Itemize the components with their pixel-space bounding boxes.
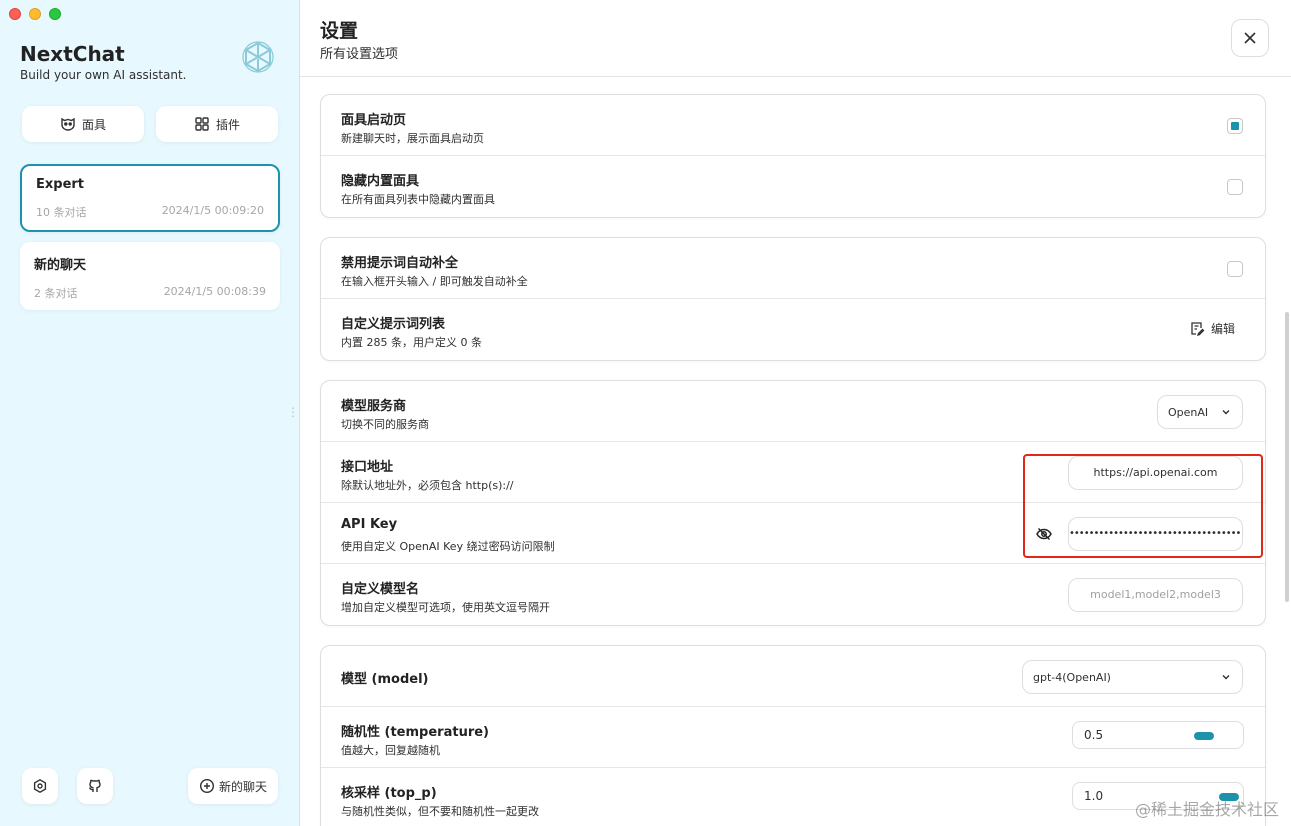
row-title: 模型服务商 [341, 399, 407, 414]
model-select[interactable]: gpt-4(OpenAI) [1022, 660, 1243, 694]
model-settings-group: 模型 (model) gpt-4(OpenAI) 随机性 (temperatur… [320, 645, 1266, 826]
provider-settings-group: 模型服务商 切换不同的服务商 OpenAI 接口地址 除默认地址外，必须包含 h… [320, 380, 1266, 626]
settings-row-hide-builtin-masks: 隐藏内置面具 在所有面具列表中隐藏内置面具 [321, 156, 1265, 217]
chatgpt-logo-icon [242, 41, 274, 73]
watermark: @稀土掘金技术社区 [1134, 800, 1279, 819]
chat-message-count: 2 条对话 [34, 287, 78, 300]
row-subtitle: 内置 285 条，用户定义 0 条 [341, 336, 482, 349]
api-key-input[interactable]: ••••••••••••••••••••••••••••••••••••••••… [1068, 517, 1243, 551]
edit-label: 编辑 [1210, 322, 1235, 336]
close-button[interactable] [1231, 19, 1269, 57]
new-chat-button[interactable]: 新的聊天 [188, 768, 278, 804]
chat-timestamp: 2024/1/5 00:08:39 [163, 285, 266, 298]
settings-header: 设置 所有设置选项 [300, 0, 1291, 77]
app-subtitle: Build your own AI assistant. [20, 68, 187, 82]
row-title: 自定义模型名 [341, 582, 420, 597]
chat-title: Expert [36, 177, 85, 192]
prompt-settings-group: 禁用提示词自动补全 在输入框开头输入 / 即可触发自动补全 自定义提示词列表 内… [320, 237, 1266, 361]
settings-row-top-p: 核采样 (top_p) 与随机性类似，但不要和随机性一起更改 1.0 [321, 768, 1265, 826]
provider-select-value: OpenAI [1168, 405, 1209, 419]
settings-row-mask-splash: 面具启动页 新建聊天时，展示面具启动页 [321, 95, 1265, 156]
row-subtitle: 除默认地址外，必须包含 http(s):// [341, 479, 514, 492]
row-subtitle: 与随机性类似，但不要和随机性一起更改 [341, 805, 539, 818]
chat-message-count: 10 条对话 [36, 206, 87, 219]
slider-thumb[interactable] [1193, 732, 1214, 740]
eye-off-icon[interactable] [1035, 525, 1053, 543]
mask-button-label: 面具 [81, 117, 106, 132]
row-subtitle: 切换不同的服务商 [341, 418, 429, 431]
temperature-slider[interactable]: 0.5 [1072, 721, 1244, 749]
provider-select[interactable]: OpenAI [1157, 395, 1243, 429]
sidebar: NextChat Build your own AI assistant. 面具… [0, 0, 309, 826]
row-subtitle: 新建聊天时，展示面具启动页 [341, 132, 484, 145]
window-close-button[interactable] [9, 8, 21, 20]
row-subtitle: 在所有面具列表中隐藏内置面具 [341, 193, 495, 206]
mask-settings-group: 面具启动页 新建聊天时，展示面具启动页 隐藏内置面具 在所有面具列表中隐藏内置面… [320, 94, 1266, 218]
top-p-value: 1.0 [1084, 789, 1104, 803]
custom-models-input[interactable]: model1,model2,model3 [1068, 578, 1243, 612]
row-title: 自定义提示词列表 [341, 317, 446, 332]
settings-row-provider: 模型服务商 切换不同的服务商 OpenAI [321, 381, 1265, 442]
row-subtitle: 在输入框开头输入 / 即可触发自动补全 [341, 275, 528, 288]
row-title: API Key [341, 517, 398, 532]
temperature-value: 0.5 [1084, 728, 1104, 742]
model-select-value: gpt-4(OpenAI) [1033, 670, 1111, 684]
plugin-button-label: 插件 [215, 117, 240, 132]
chat-title: 新的聊天 [34, 258, 87, 273]
hide-builtin-masks-checkbox[interactable] [1227, 179, 1243, 195]
github-icon [88, 779, 101, 792]
chat-list-item[interactable]: 新的聊天 2 条对话 2024/1/5 00:08:39 [20, 242, 280, 310]
chat-timestamp: 2024/1/5 00:09:20 [161, 204, 264, 217]
row-title: 面具启动页 [341, 113, 407, 128]
row-title: 接口地址 [341, 460, 394, 475]
add-icon [199, 778, 214, 794]
scrollbar[interactable] [1285, 312, 1289, 602]
row-subtitle: 增加自定义模型可选项，使用英文逗号隔开 [341, 601, 550, 614]
settings-row-api-key: API Key 使用自定义 OpenAI Key 绕过密码访问限制 ••••••… [321, 503, 1265, 564]
chevron-down-icon [1222, 410, 1230, 415]
page-subtitle: 所有设置选项 [320, 47, 399, 62]
mask-splash-checkbox[interactable] [1227, 118, 1243, 134]
row-subtitle: 值越大，回复越随机 [341, 744, 440, 757]
settings-row-endpoint: 接口地址 除默认地址外，必须包含 http(s):// https://api.… [321, 442, 1265, 503]
edit-prompts-button[interactable]: 编辑 [1190, 320, 1235, 337]
window-controls [9, 8, 61, 20]
window-maximize-button[interactable] [49, 8, 61, 20]
settings-row-custom-models: 自定义模型名 增加自定义模型可选项，使用英文逗号隔开 model1,model2… [321, 564, 1265, 625]
settings-row-custom-prompts: 自定义提示词列表 内置 285 条，用户定义 0 条 编辑 [321, 299, 1265, 360]
close-icon [1244, 32, 1256, 44]
settings-button[interactable] [22, 768, 58, 804]
endpoint-input[interactable]: https://api.openai.com [1068, 456, 1243, 490]
row-subtitle: 使用自定义 OpenAI Key 绕过密码访问限制 [341, 540, 555, 553]
row-title: 隐藏内置面具 [341, 174, 420, 189]
row-title: 随机性 (temperature) [341, 725, 489, 740]
disable-autocomplete-checkbox[interactable] [1227, 261, 1243, 277]
plugin-button[interactable]: 插件 [156, 106, 278, 142]
chevron-down-icon [1222, 675, 1230, 680]
row-title: 禁用提示词自动补全 [341, 256, 459, 271]
row-title: 核采样 (top_p) [341, 786, 437, 801]
chat-list-item[interactable]: Expert 10 条对话 2024/1/5 00:09:20 [20, 164, 280, 232]
app-title: NextChat [20, 42, 125, 66]
settings-row-temperature: 随机性 (temperature) 值越大，回复越随机 0.5 [321, 707, 1265, 768]
new-chat-label: 新的聊天 [218, 779, 267, 794]
page-title: 设置 [320, 20, 359, 42]
mask-button[interactable]: 面具 [22, 106, 144, 142]
gear-icon [33, 778, 47, 794]
grid-icon [195, 117, 209, 131]
settings-row-disable-autocomplete: 禁用提示词自动补全 在输入框开头输入 / 即可触发自动补全 [321, 238, 1265, 299]
row-title: 模型 (model) [341, 672, 429, 687]
settings-panel: 设置 所有设置选项 面具启动页 新建聊天时，展示面具启动页 隐藏内置面具 在所有… [300, 0, 1291, 826]
window-minimize-button[interactable] [29, 8, 41, 20]
mask-icon [61, 117, 75, 131]
github-button[interactable] [77, 768, 113, 804]
settings-row-model: 模型 (model) gpt-4(OpenAI) [321, 646, 1265, 707]
edit-icon [1191, 322, 1205, 336]
